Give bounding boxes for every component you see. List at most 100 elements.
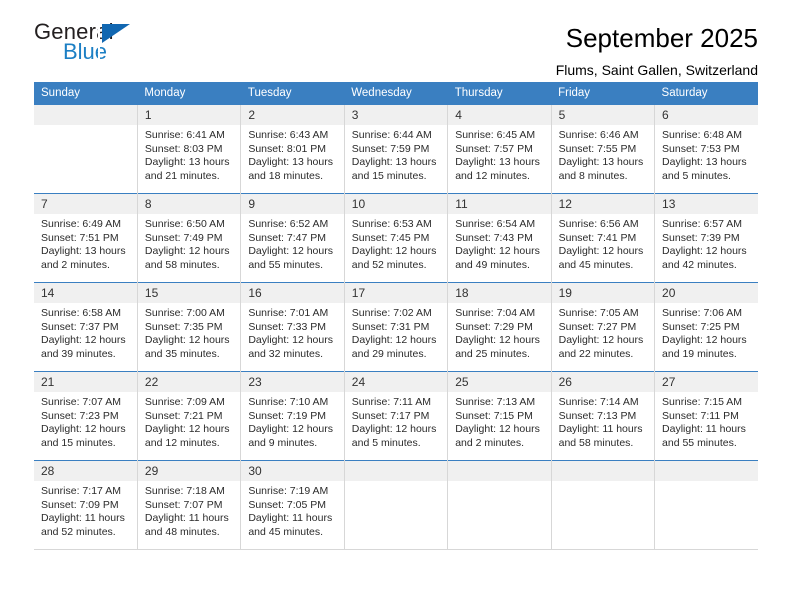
day-details: Sunrise: 7:01 AM Sunset: 7:33 PM Daylight:…	[241, 303, 343, 361]
daylight-text-line2: and 12 minutes.	[144, 436, 220, 449]
calendar-day-cell[interactable]: 30 Sunrise: 7:19 AM Sunset: 7:05 PM Dayligh…	[240, 460, 345, 550]
calendar-day-cell[interactable]: 13 Sunrise: 6:57 AM Sunset: 7:39 PM Dayligh…	[654, 193, 758, 283]
weekday-header-wednesday: Wednesday	[344, 82, 448, 105]
calendar-day-cell[interactable]: 14 Sunrise: 6:58 AM Sunset: 7:37 PM Dayligh…	[34, 282, 138, 372]
calendar-day-cell[interactable]: 4 Sunrise: 6:45 AM Sunset: 7:57 PM Daylight…	[447, 104, 552, 194]
daylight-text-line2: and 49 minutes.	[455, 258, 530, 271]
sunset-text: Sunset: 7:43 PM	[455, 231, 533, 244]
sunset-text: Sunset: 7:23 PM	[41, 409, 119, 422]
sunset-text: Sunset: 7:27 PM	[558, 320, 637, 333]
daylight-text-line2: and 52 minutes.	[41, 525, 116, 538]
calendar-day-cell[interactable]: 21 Sunrise: 7:07 AM Sunset: 7:23 PM Dayligh…	[34, 371, 138, 461]
calendar-day-cell[interactable]: 26 Sunrise: 7:14 AM Sunset: 7:13 PM Dayligh…	[550, 371, 655, 461]
day-number: 29	[137, 461, 241, 481]
day-details: Sunrise: 7:02 AM Sunset: 7:31 PM Daylight:…	[345, 303, 447, 361]
sunrise-text: Sunrise: 7:10 AM	[248, 396, 329, 408]
sunset-text: Sunset: 7:39 PM	[662, 231, 740, 244]
calendar-day-cell-empty	[550, 460, 655, 550]
day-details: Sunrise: 7:14 AM Sunset: 7:13 PM Daylight:…	[552, 392, 654, 450]
logo-divider	[98, 23, 100, 63]
day-details: Sunrise: 6:54 AM Sunset: 7:43 PM Daylight:…	[448, 214, 550, 272]
sunrise-text: Sunrise: 7:04 AM	[455, 307, 536, 319]
sunset-text: Sunset: 7:07 PM	[144, 498, 223, 511]
day-details: Sunrise: 6:58 AM Sunset: 7:37 PM Daylight:…	[34, 303, 137, 361]
sunrise-text: Sunrise: 6:44 AM	[351, 129, 432, 141]
calendar-day-cell[interactable]: 12 Sunrise: 6:56 AM Sunset: 7:41 PM Dayligh…	[550, 193, 655, 283]
sunset-text: Sunset: 7:55 PM	[558, 142, 637, 155]
sunset-text: Sunset: 7:05 PM	[248, 498, 326, 511]
weekday-headers: Sunday Monday Tuesday Wednesday Thursday Frid…	[34, 82, 758, 105]
calendar-day-cell-empty	[447, 460, 552, 550]
calendar-day-cell[interactable]: 19 Sunrise: 7:05 AM Sunset: 7:27 PM Dayligh…	[550, 282, 655, 372]
calendar-week-row: 14 Sunrise: 6:58 AM Sunset: 7:37 PM Dayligh…	[34, 282, 758, 372]
calendar-day-cell[interactable]: 8 Sunrise: 6:50 AM Sunset: 7:49 PM Daylight…	[136, 193, 241, 283]
weekday-header-sunday: Sunday	[34, 82, 138, 105]
calendar-day-cell[interactable]: 7 Sunrise: 6:49 AM Sunset: 7:51 PM Daylight…	[34, 193, 138, 283]
weekday-header-tuesday: Tuesday	[240, 82, 345, 105]
day-details: Sunrise: 7:13 AM Sunset: 7:15 PM Daylight:…	[448, 392, 550, 450]
daylight-text-line2: and 32 minutes.	[248, 347, 324, 360]
calendar-day-cell[interactable]: 23 Sunrise: 7:10 AM Sunset: 7:19 PM Dayligh…	[240, 371, 345, 461]
calendar-day-cell[interactable]: 18 Sunrise: 7:04 AM Sunset: 7:29 PM Dayligh…	[447, 282, 552, 372]
calendar-day-cell[interactable]: 6 Sunrise: 6:48 AM Sunset: 7:53 PM Daylight…	[654, 104, 758, 194]
calendar-day-cell[interactable]: 1 Sunrise: 6:41 AM Sunset: 8:03 PM Daylight…	[136, 104, 241, 194]
sunrise-text: Sunrise: 6:48 AM	[662, 129, 742, 141]
daylight-text-line1: Daylight: 12 hours	[662, 245, 747, 258]
calendar-day-cell[interactable]: 3 Sunrise: 6:44 AM Sunset: 7:59 PM Daylight…	[343, 104, 448, 194]
day-details: Sunrise: 6:46 AM Sunset: 7:55 PM Daylight:…	[552, 125, 654, 183]
general-blue-logo[interactable]: General Blue	[34, 20, 234, 72]
daylight-text-line2: and 15 minutes.	[41, 436, 116, 449]
sunset-text: Sunset: 7:11 PM	[662, 409, 739, 422]
calendar-day-cell[interactable]: 24 Sunrise: 7:11 AM Sunset: 7:17 PM Dayligh…	[343, 371, 448, 461]
calendar-day-cell[interactable]: 17 Sunrise: 7:02 AM Sunset: 7:31 PM Dayligh…	[343, 282, 448, 372]
calendar-week-row: 21 Sunrise: 7:07 AM Sunset: 7:23 PM Dayligh…	[34, 371, 758, 461]
daylight-text-line2: and 48 minutes.	[144, 525, 220, 538]
daylight-text-line1: Daylight: 12 hours	[662, 334, 747, 347]
calendar-day-cell[interactable]: 2 Sunrise: 6:43 AM Sunset: 8:01 PM Daylight…	[240, 104, 345, 194]
calendar-day-cell[interactable]: 20 Sunrise: 7:06 AM Sunset: 7:25 PM Dayligh…	[654, 282, 758, 372]
day-number: 1	[137, 105, 241, 125]
daylight-text-line2: and 55 minutes.	[662, 436, 737, 449]
calendar-day-cell[interactable]: 9 Sunrise: 6:52 AM Sunset: 7:47 PM Daylight…	[240, 193, 345, 283]
calendar-day-cell-empty	[654, 460, 758, 550]
calendar-day-cell[interactable]: 27 Sunrise: 7:15 AM Sunset: 7:11 PM Dayligh…	[654, 371, 758, 461]
sunset-text: Sunset: 7:21 PM	[144, 409, 223, 422]
calendar-day-cell[interactable]: 10 Sunrise: 6:53 AM Sunset: 7:45 PM Dayligh…	[343, 193, 448, 283]
daylight-text-line2: and 19 minutes.	[662, 347, 737, 360]
daylight-text-line1: Daylight: 11 hours	[144, 512, 229, 525]
daylight-text-line2: and 15 minutes.	[351, 169, 427, 182]
day-number: 24	[344, 372, 448, 392]
daylight-text-line1: Daylight: 12 hours	[351, 423, 437, 436]
daylight-text-line1: Daylight: 12 hours	[558, 245, 644, 258]
day-number	[344, 461, 448, 481]
day-details: Sunrise: 7:11 AM Sunset: 7:17 PM Daylight:…	[345, 392, 447, 450]
calendar-day-cell[interactable]: 28 Sunrise: 7:17 AM Sunset: 7:09 PM Dayligh…	[34, 460, 138, 550]
day-number	[448, 461, 551, 481]
day-details: Sunrise: 6:50 AM Sunset: 7:49 PM Daylight:…	[138, 214, 240, 272]
sunset-text: Sunset: 7:47 PM	[248, 231, 326, 244]
day-number: 4	[448, 105, 551, 125]
daylight-text-line2: and 52 minutes.	[351, 258, 427, 271]
sunrise-text: Sunrise: 6:52 AM	[248, 218, 329, 230]
calendar-day-cell[interactable]: 22 Sunrise: 7:09 AM Sunset: 7:21 PM Dayligh…	[136, 371, 241, 461]
day-number: 22	[137, 372, 241, 392]
page-header: General Blue September 2025 Flums, Saint…	[34, 0, 758, 79]
daylight-text-line2: and 45 minutes.	[248, 525, 324, 538]
calendar-day-cell[interactable]: 29 Sunrise: 7:18 AM Sunset: 7:07 PM Dayligh…	[136, 460, 241, 550]
daylight-text-line1: Daylight: 12 hours	[455, 423, 540, 436]
sunset-text: Sunset: 8:01 PM	[248, 142, 326, 155]
day-number: 9	[241, 194, 344, 214]
day-number: 19	[551, 283, 655, 303]
calendar-day-cell[interactable]: 25 Sunrise: 7:13 AM Sunset: 7:15 PM Dayligh…	[447, 371, 552, 461]
calendar-day-cell[interactable]: 15 Sunrise: 7:00 AM Sunset: 7:35 PM Dayligh…	[136, 282, 241, 372]
day-details: Sunrise: 7:17 AM Sunset: 7:09 PM Daylight:…	[34, 481, 137, 539]
day-number: 23	[241, 372, 344, 392]
calendar-day-cell[interactable]: 11 Sunrise: 6:54 AM Sunset: 7:43 PM Dayligh…	[447, 193, 552, 283]
day-details: Sunrise: 7:05 AM Sunset: 7:27 PM Daylight:…	[552, 303, 654, 361]
calendar-day-cell[interactable]: 5 Sunrise: 6:46 AM Sunset: 7:55 PM Daylight…	[550, 104, 655, 194]
sunrise-text: Sunrise: 7:14 AM	[558, 396, 639, 408]
day-number	[655, 461, 758, 481]
day-details: Sunrise: 7:06 AM Sunset: 7:25 PM Daylight:…	[655, 303, 758, 361]
day-details: Sunrise: 7:09 AM Sunset: 7:21 PM Daylight:…	[138, 392, 240, 450]
calendar-day-cell[interactable]: 16 Sunrise: 7:01 AM Sunset: 7:33 PM Dayligh…	[240, 282, 345, 372]
